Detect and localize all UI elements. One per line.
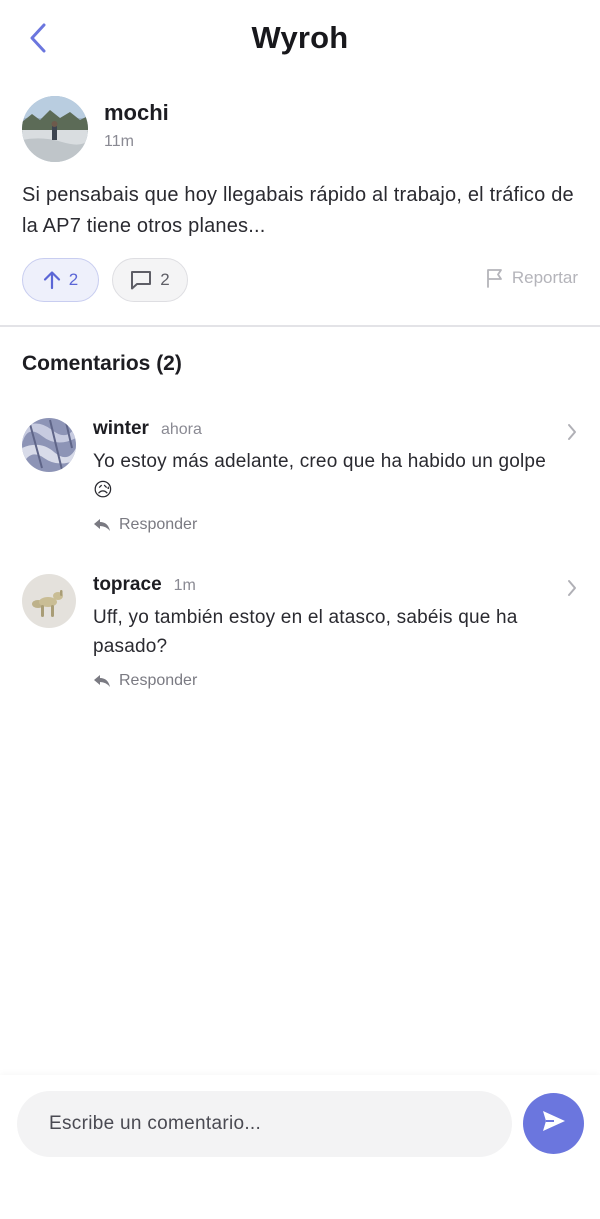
send-button[interactable] <box>523 1093 584 1154</box>
avatar[interactable] <box>22 418 76 472</box>
reply-label: Responder <box>119 672 198 689</box>
comment-text: Uff, yo también estoy en el atasco, sabé… <box>93 607 518 657</box>
reply-button[interactable]: Responder <box>93 516 548 534</box>
comment-text: Yo estoy más adelante, creo que ha habid… <box>93 451 546 501</box>
post-actions: 2 2 Reportar <box>22 258 578 304</box>
comment-body: winter ahora Yo estoy más adelante, creo… <box>93 418 548 534</box>
flag-icon <box>486 268 504 288</box>
comment-item: toprace 1m Uff, yo también estoy en el a… <box>22 574 578 704</box>
reply-icon <box>93 518 111 532</box>
post-detail-screen: Wyroh mochi 11m Si pensabais que hoy lle… <box>0 0 600 1219</box>
avatar[interactable] <box>22 574 76 628</box>
avatar[interactable] <box>22 96 88 162</box>
reply-label: Responder <box>119 516 198 533</box>
comment-author[interactable]: toprace <box>93 574 162 596</box>
comment-composer <box>0 1075 600 1219</box>
arrow-up-icon <box>43 270 61 290</box>
comment-author[interactable]: winter <box>93 418 149 440</box>
comment-count: 2 <box>160 270 170 289</box>
post-timestamp: 11m <box>104 132 134 150</box>
comments-button[interactable]: 2 <box>112 258 188 302</box>
divider <box>0 325 600 327</box>
top-bar: Wyroh <box>0 0 600 78</box>
upvote-button[interactable]: 2 <box>22 258 99 302</box>
upvote-count: 2 <box>68 270 79 289</box>
reply-icon <box>93 674 111 688</box>
chevron-right-icon[interactable] <box>566 578 578 603</box>
post-author: mochi 11m <box>22 96 578 162</box>
comment-item: winter ahora Yo estoy más adelante, creo… <box>22 418 578 548</box>
author-meta: mochi 11m <box>104 100 169 151</box>
comment-header: toprace 1m <box>93 574 548 596</box>
report-button[interactable]: Reportar <box>486 268 578 288</box>
post-body: Si pensabais que hoy llegabais rápido al… <box>22 184 574 237</box>
page-title: Wyroh <box>251 20 349 55</box>
comment-icon <box>130 270 152 290</box>
post-author-name[interactable]: mochi <box>104 100 169 126</box>
comment-timestamp: ahora <box>160 421 202 438</box>
comment-timestamp: 1m <box>173 577 196 594</box>
comment-header: winter ahora <box>93 418 548 440</box>
report-label: Reportar <box>511 268 578 287</box>
post-card: mochi 11m Si pensabais que hoy llegabais… <box>22 96 578 304</box>
comment-input[interactable] <box>17 1091 512 1157</box>
chevron-right-icon[interactable] <box>566 422 578 447</box>
reply-button[interactable]: Responder <box>93 672 548 690</box>
comments-heading: Comentarios (2) <box>22 352 182 375</box>
send-icon <box>541 1109 567 1138</box>
comment-body: toprace 1m Uff, yo también estoy en el a… <box>93 574 548 690</box>
